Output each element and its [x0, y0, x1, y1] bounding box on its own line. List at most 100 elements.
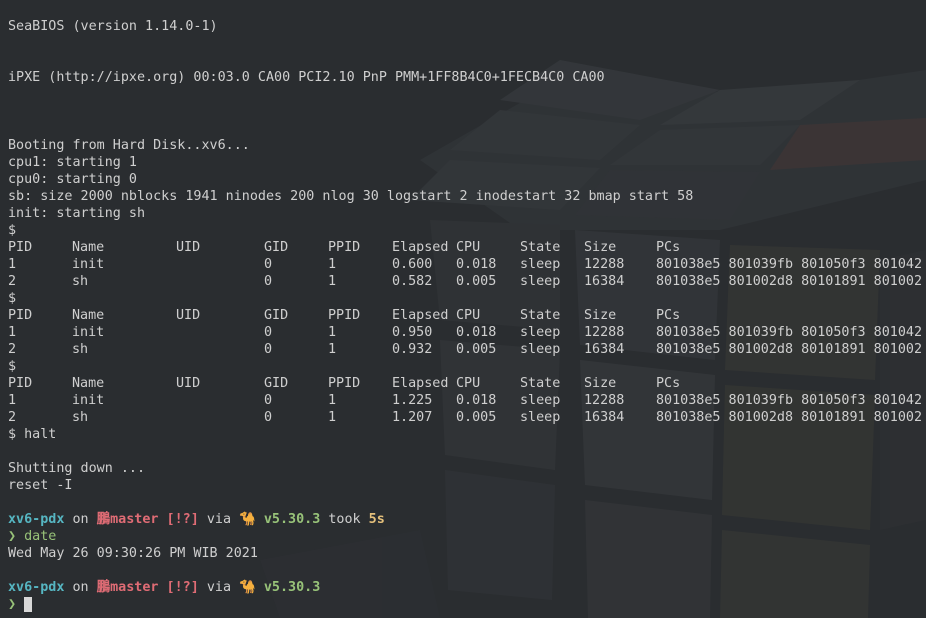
ps-cell-size: 16384	[584, 274, 625, 289]
ipxe-line: iPXE (http://ipxe.org) 00:03.0 CA00 PCI2…	[8, 70, 605, 85]
shutdown-line: Shutting down ...	[8, 461, 146, 476]
git-status: [!?]	[166, 580, 199, 595]
ps-cell-pid: 2	[8, 410, 17, 425]
ps-cell-gid: 0	[264, 325, 273, 340]
perl-version: v5.30.3	[263, 512, 321, 527]
reset-line: reset -I	[8, 478, 73, 493]
ps-cell-state: sleep	[520, 410, 561, 425]
host-prompt-line: xv6-pdx on 鵬master [!?] via 🐪 v5.30.3	[8, 579, 320, 596]
ps-cell-state: sleep	[520, 274, 561, 289]
ps-cell-name: sh	[72, 342, 89, 357]
ps-header-size: Size	[584, 240, 617, 255]
ps-cell-ppid: 1	[328, 325, 337, 340]
shell-prompt-line: $	[8, 223, 17, 238]
ps-cell-gid: 0	[264, 393, 273, 408]
prompt-took-text: took	[328, 512, 361, 527]
ps-cell-pid: 2	[8, 342, 17, 357]
ps-header-size: Size	[584, 376, 617, 391]
ps-cell-pid: 1	[8, 325, 17, 340]
ps-cell-elapsed: 0.950	[392, 325, 433, 340]
ps-header-gid: GID	[264, 376, 289, 391]
ps-header-ppid: PPID	[328, 240, 361, 255]
camel-icon: 🐪	[239, 580, 256, 595]
ps-cell-cpu: 0.018	[456, 325, 497, 340]
perl-version: v5.30.3	[263, 580, 321, 595]
shell-prompt-line: $	[8, 291, 17, 306]
ps-header-state: State	[520, 376, 561, 391]
ps-cell-name: init	[72, 393, 105, 408]
ps-header-elapsed: Elapsed	[392, 240, 449, 255]
ps-cell-name: sh	[72, 410, 89, 425]
ps-cell-state: sleep	[520, 393, 561, 408]
prompt-directory: xv6-pdx	[8, 580, 65, 595]
terminal-cursor[interactable]	[24, 597, 32, 612]
ps-header-state: State	[520, 308, 561, 323]
prompt-arrow-icon: ❯	[8, 529, 17, 544]
ps-header-elapsed: Elapsed	[392, 308, 449, 323]
ps-cell-ppid: 1	[328, 342, 337, 357]
ps-cell-pid: 2	[8, 274, 17, 289]
git-branch-icon: 鵬	[96, 512, 111, 527]
ps-cell-ppid: 1	[328, 257, 337, 272]
seabios-line: SeaBIOS (version 1.14.0-1)	[8, 19, 218, 34]
ps-cell-state: sleep	[520, 325, 561, 340]
ps-header-pcs: PCs	[656, 308, 681, 323]
ps-cell-elapsed: 0.932	[392, 342, 433, 357]
host-prompt-line: xv6-pdx on 鵬master [!?] via 🐪 v5.30.3 to…	[8, 511, 385, 528]
ps-cell-pid: 1	[8, 257, 17, 272]
ps-cell-cpu: 0.018	[456, 257, 497, 272]
ps-cell-pid: 1	[8, 393, 17, 408]
ps-header-pid: PID	[8, 240, 33, 255]
ps-header-name: Name	[72, 308, 105, 323]
init-line: init: starting sh	[8, 206, 146, 221]
ps-cell-cpu: 0.018	[456, 393, 497, 408]
ps-cell-cpu: 0.005	[456, 410, 497, 425]
prompt-arrow-icon: ❯	[8, 597, 17, 612]
ps-header-uid: UID	[176, 308, 201, 323]
ps-header-gid: GID	[264, 240, 289, 255]
ps-cell-name: init	[72, 325, 105, 340]
git-branch-name: master	[110, 512, 159, 527]
prompt-via-text: via	[206, 512, 232, 527]
ps-cell-gid: 0	[264, 410, 273, 425]
ps-cell-elapsed: 1.207	[392, 410, 433, 425]
git-branch-icon: 鵬	[96, 580, 111, 595]
cpu0-line: cpu0: starting 0	[8, 172, 137, 187]
ps-cell-cpu: 0.005	[456, 274, 497, 289]
ps-cell-elapsed: 0.600	[392, 257, 433, 272]
ps-cell-pcs: 801038e5 801039fb 801050f3 801042	[656, 325, 922, 340]
shell-prompt-line: $	[8, 359, 17, 374]
ps-cell-size: 12288	[584, 325, 625, 340]
input-prompt-line[interactable]: ❯	[8, 596, 32, 613]
ps-header-elapsed: Elapsed	[392, 376, 449, 391]
ps-header-pcs: PCs	[656, 376, 681, 391]
ps-cell-state: sleep	[520, 342, 561, 357]
ps-header-pid: PID	[8, 376, 33, 391]
ps-header-ppid: PPID	[328, 376, 361, 391]
ps-cell-state: sleep	[520, 257, 561, 272]
ps-cell-gid: 0	[264, 342, 273, 357]
booting-line: Booting from Hard Disk..xv6...	[8, 138, 250, 153]
camel-icon: 🐪	[239, 512, 256, 527]
ps-cell-elapsed: 0.582	[392, 274, 433, 289]
prompt-on-text: on	[72, 580, 89, 595]
prompt-via-text: via	[206, 580, 232, 595]
ps-cell-gid: 0	[264, 257, 273, 272]
ps-cell-size: 16384	[584, 410, 625, 425]
ps-header-pcs: PCs	[656, 240, 681, 255]
ps-cell-pcs: 801038e5 801002d8 80101891 801002	[656, 274, 922, 289]
ps-header-cpu: CPU	[456, 240, 481, 255]
halt-command-line: $ halt	[8, 427, 57, 442]
ps-cell-cpu: 0.005	[456, 342, 497, 357]
prompt-on-text: on	[72, 512, 89, 527]
ps-cell-name: init	[72, 257, 105, 272]
ps-cell-elapsed: 1.225	[392, 393, 433, 408]
ps-header-gid: GID	[264, 308, 289, 323]
ps-cell-pcs: 801038e5 801002d8 80101891 801002	[656, 410, 922, 425]
ps-header-uid: UID	[176, 376, 201, 391]
ps-cell-ppid: 1	[328, 274, 337, 289]
ps-header-pid: PID	[8, 308, 33, 323]
ps-cell-pcs: 801038e5 801002d8 80101891 801002	[656, 342, 922, 357]
ps-header-name: Name	[72, 240, 105, 255]
ps-cell-size: 12288	[584, 257, 625, 272]
